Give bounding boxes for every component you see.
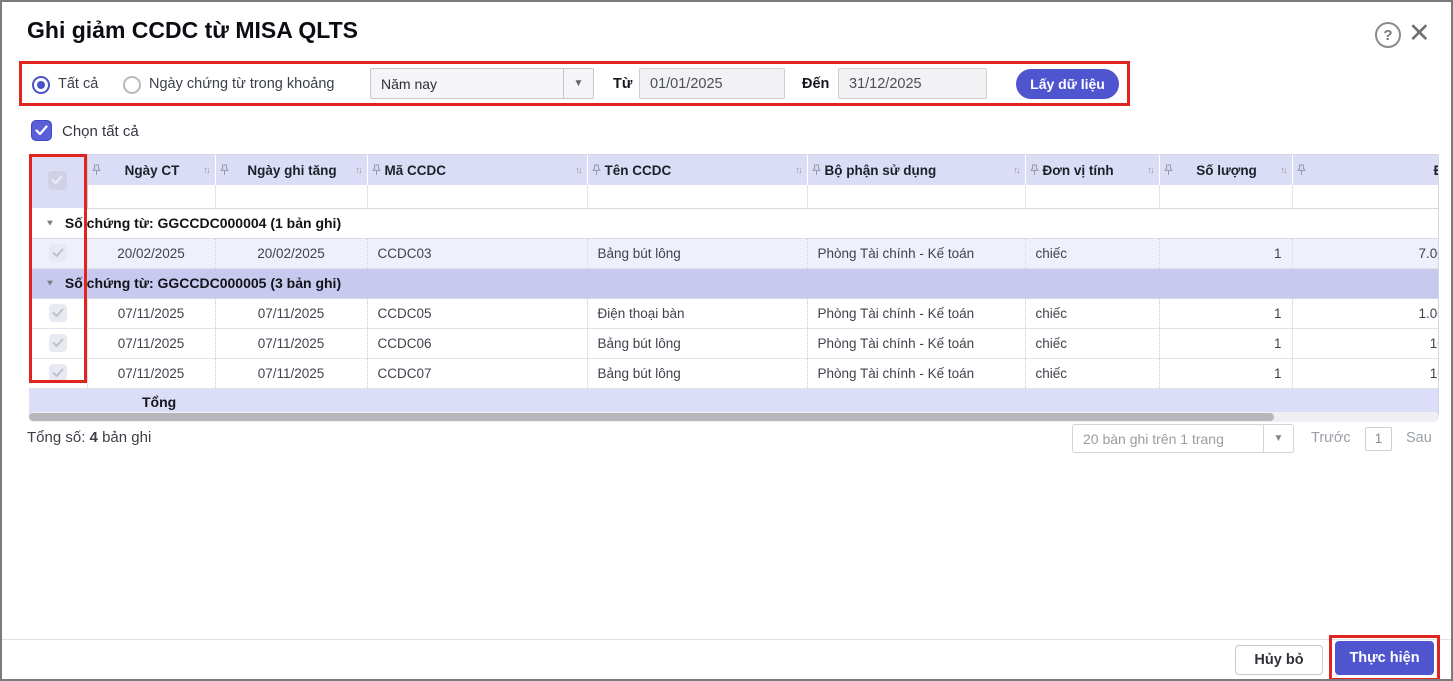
table-row[interactable]: 20/02/2025 20/02/2025 CCDC03 Bảng bút lô… [29,238,1439,268]
collapse-caret-icon[interactable]: ▼ [45,218,55,227]
ccdc-table: Ngày CT ↑↓ Ngày ghi tăng ↑↓ Mã CCDC ↑↓ T… [29,154,1439,416]
pin-icon[interactable] [1297,164,1306,176]
sort-icon[interactable]: ↑↓ [1014,165,1021,175]
to-date-input[interactable] [838,68,987,99]
sort-icon[interactable]: ↑↓ [796,165,803,175]
col-ten-ccdc[interactable]: Tên CCDC ↑↓ [587,155,807,185]
group-label: Số chứng từ: GGCCDC000005 (3 bản ghi) [65,275,341,291]
prev-page-button[interactable]: Trước [1311,430,1351,446]
sort-icon[interactable]: ↑↓ [1281,165,1288,175]
table-row[interactable]: 07/11/2025 07/11/2025 CCDC05 Điện thoại … [29,298,1439,328]
from-label: Từ [613,76,632,92]
chevron-down-icon: ▼ [1263,425,1293,452]
select-all-checkbox[interactable] [31,120,52,141]
group-row[interactable]: ▼ Số chứng từ: GGCCDC000004 (1 bản ghi) [29,208,1439,238]
filter-cell[interactable] [807,185,1025,208]
sort-icon[interactable]: ↑↓ [204,165,211,175]
help-icon[interactable]: ? [1375,22,1401,48]
col-ma-ccdc[interactable]: Mã CCDC ↑↓ [367,155,587,185]
radio-date-range-label[interactable]: Ngày chứng từ trong khoảng [149,76,334,92]
pin-icon[interactable] [372,164,381,176]
sort-icon[interactable]: ↑↓ [356,165,363,175]
period-select[interactable]: Năm nay ▼ [370,68,594,99]
radio-date-range[interactable] [123,76,141,94]
pin-icon[interactable] [812,164,821,176]
pin-icon[interactable] [220,164,229,176]
pin-icon[interactable] [92,164,101,176]
to-label: Đến [802,76,829,92]
col-bo-phan[interactable]: Bộ phận sử dụng ↑↓ [807,155,1025,185]
close-icon[interactable]: ✕ [1408,16,1431,50]
group-row[interactable]: ▼ Số chứng từ: GGCCDC000005 (3 bản ghi) [29,268,1439,298]
row-checkbox[interactable] [49,244,67,262]
column-checkbox[interactable] [48,171,67,190]
col-don-gia[interactable]: Đơn giá [1292,155,1439,185]
pin-icon[interactable] [592,164,601,176]
pin-icon[interactable] [1164,164,1173,176]
col-don-vi-tinh[interactable]: Đơn vị tính ↑↓ [1025,155,1159,185]
record-count: 4 [90,429,98,446]
row-checkbox[interactable] [49,304,67,322]
select-all-label[interactable]: Chọn tất cả [62,123,139,140]
filter-cell[interactable] [1292,185,1439,208]
table-row[interactable]: 07/11/2025 07/11/2025 CCDC06 Bảng bút lô… [29,328,1439,358]
radio-all[interactable] [32,76,50,94]
horizontal-scrollbar[interactable] [29,412,1439,422]
period-select-value: Năm nay [371,76,563,92]
cancel-button[interactable]: Hủy bỏ [1235,645,1323,675]
filter-cell[interactable] [587,185,807,208]
filter-cell[interactable] [215,185,367,208]
row-checkbox[interactable] [49,334,67,352]
footer-divider [2,639,1451,640]
row-checkbox[interactable] [49,364,67,382]
dialog-title: Ghi giảm CCDC từ MISA QLTS [27,17,358,44]
fetch-data-button[interactable]: Lấy dữ liệu [1016,69,1119,99]
page-number-input[interactable]: 1 [1365,427,1392,451]
from-date-input[interactable] [639,68,785,99]
column-filter-row [29,185,1439,208]
sort-icon[interactable]: ↑↓ [576,165,583,175]
record-count-status: Tổng số: 4 bản ghi [27,429,151,446]
collapse-caret-icon[interactable]: ▼ [45,278,55,287]
filter-cell[interactable] [367,185,587,208]
page-size-select[interactable]: 20 bàn ghi trên 1 trang ▼ [1072,424,1294,453]
next-page-button[interactable]: Sau [1406,430,1432,446]
chevron-down-icon: ▼ [563,69,593,98]
sort-icon[interactable]: ↑↓ [1148,165,1155,175]
pin-icon[interactable] [1030,164,1039,176]
col-ngay-ct[interactable]: Ngày CT ↑↓ [87,155,215,185]
col-so-luong[interactable]: Số lượng ↑↓ [1159,155,1292,185]
scrollbar-thumb[interactable] [29,413,1274,421]
table-header-row: Ngày CT ↑↓ Ngày ghi tăng ↑↓ Mã CCDC ↑↓ T… [29,155,1439,185]
submit-button[interactable]: Thực hiện [1335,641,1434,675]
filter-cell[interactable] [1159,185,1292,208]
filter-cell[interactable] [1025,185,1159,208]
ghi-giam-ccdc-dialog: Ghi giảm CCDC từ MISA QLTS ? ✕ Tất cả Ng… [0,0,1453,681]
filter-cell[interactable] [87,185,215,208]
header-checkbox-cell[interactable] [29,155,87,208]
table-row[interactable]: 07/11/2025 07/11/2025 CCDC07 Bảng bút lô… [29,358,1439,388]
page-size-value: 20 bàn ghi trên 1 trang [1073,431,1263,447]
group-label: Số chứng từ: GGCCDC000004 (1 bản ghi) [65,215,341,231]
radio-all-label[interactable]: Tất cả [58,76,98,92]
col-ngay-ghi-tang[interactable]: Ngày ghi tăng ↑↓ [215,155,367,185]
